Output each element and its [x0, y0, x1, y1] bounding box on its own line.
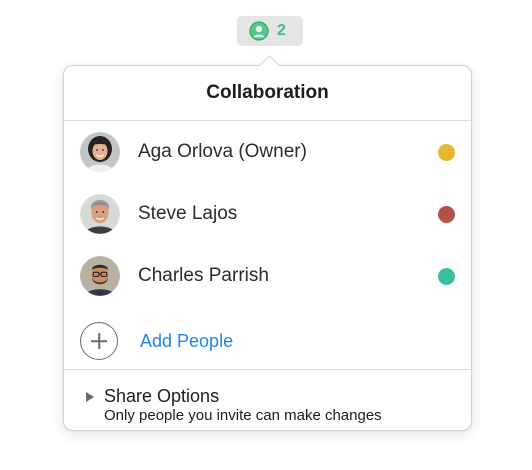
add-people-label[interactable]: Add People — [140, 331, 233, 352]
status-dot — [438, 143, 455, 161]
popover-title: Collaboration — [206, 82, 329, 103]
participant-row[interactable]: Charles Parrish — [80, 254, 455, 298]
avatar — [80, 132, 120, 172]
popover-arrow — [256, 52, 284, 66]
collaborator-count: 2 — [277, 22, 286, 39]
divider — [64, 120, 471, 121]
share-options-title[interactable]: Share Options — [104, 386, 219, 407]
participant-name: Aga Orlova (Owner) — [138, 141, 307, 162]
collaboration-button[interactable]: 2 — [237, 16, 303, 46]
participant-name: Steve Lajos — [138, 203, 238, 224]
participant-row[interactable]: Aga Orlova (Owner) — [80, 130, 455, 174]
plus-circle-icon[interactable] — [80, 322, 118, 360]
participant-name: Charles Parrish — [138, 265, 269, 286]
triangle-right-icon[interactable] — [86, 391, 94, 402]
person-collaboration-icon — [249, 21, 269, 41]
status-dot — [438, 205, 455, 223]
add-people-button[interactable]: Add People — [80, 319, 233, 363]
avatar — [80, 194, 120, 234]
avatar — [80, 256, 120, 296]
divider — [64, 369, 471, 370]
share-options-subtitle: Only people you invite can make changes — [104, 407, 382, 424]
status-dot — [438, 267, 455, 285]
collaboration-popover: Collaboration Aga Orlova (Owner) Steve L… — [63, 65, 472, 431]
participant-row[interactable]: Steve Lajos — [80, 192, 455, 236]
share-options-disclosure[interactable]: Share Options — [86, 386, 219, 407]
